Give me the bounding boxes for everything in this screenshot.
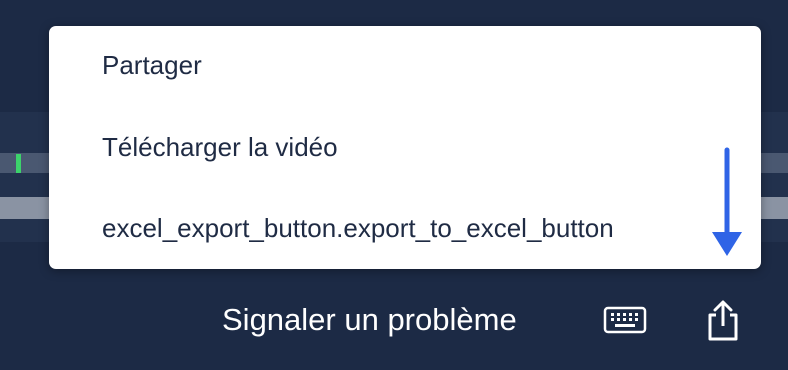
timeline-marker (16, 154, 21, 173)
report-problem-link[interactable]: Signaler un problème (222, 302, 517, 338)
menu-item-export-to-excel[interactable]: excel_export_button.export_to_excel_butt… (102, 212, 614, 244)
share-icon (708, 300, 738, 341)
keyboard-button[interactable] (603, 305, 647, 335)
dropdown-menu: Partager Télécharger la vidéo excel_expo… (49, 26, 761, 269)
keyboard-icon (603, 306, 647, 334)
share-button[interactable] (705, 298, 741, 342)
menu-item-download-video[interactable]: Télécharger la vidéo (102, 131, 338, 163)
menu-item-partager[interactable]: Partager (102, 49, 202, 81)
